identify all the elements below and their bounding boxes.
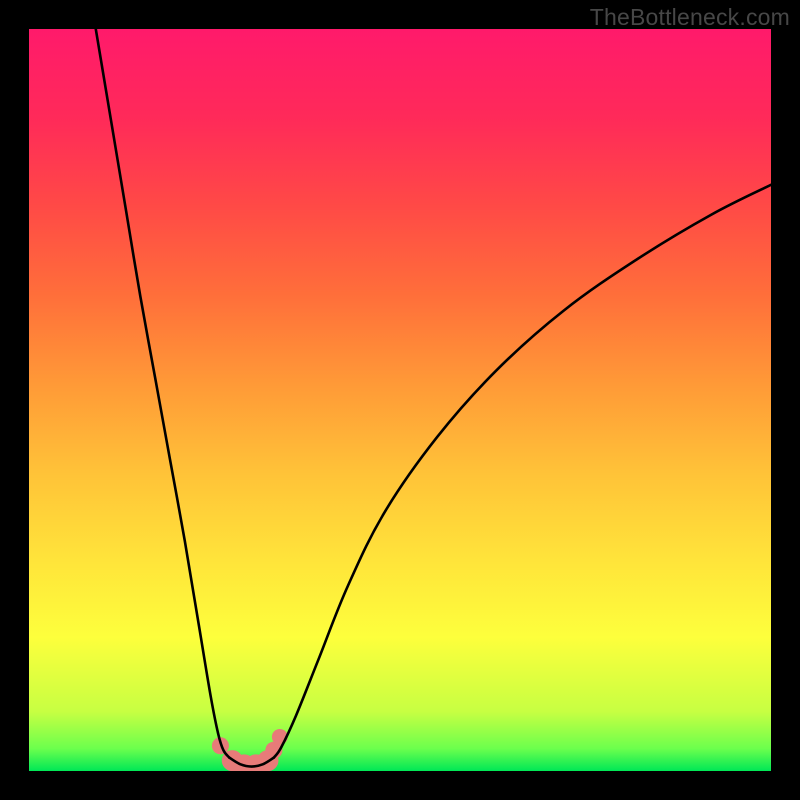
- chart-frame: TheBottleneck.com: [0, 0, 800, 800]
- chart-svg: [29, 29, 771, 771]
- left-branch-curve: [96, 29, 230, 758]
- right-branch-curve: [274, 185, 771, 758]
- watermark-text: TheBottleneck.com: [590, 4, 790, 31]
- plot-area: [29, 29, 771, 771]
